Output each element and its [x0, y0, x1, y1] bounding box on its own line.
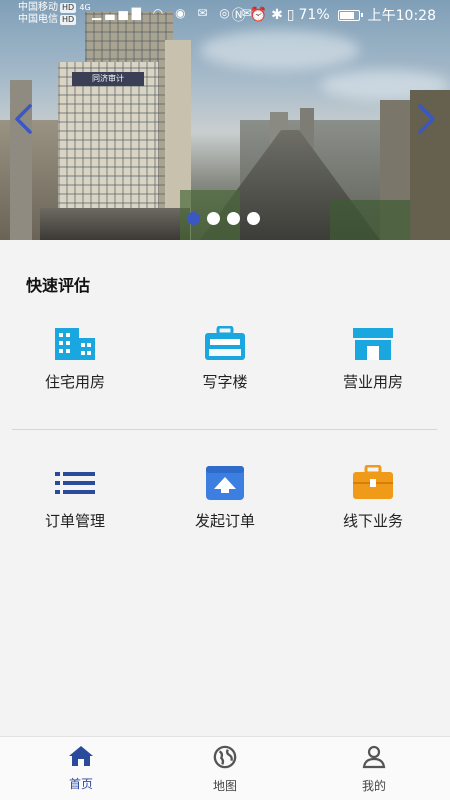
nav-profile[interactable]: 我的	[319, 745, 429, 794]
status-bar: 中国移动 HD 4G 中国电信 HD ▁▃▅▇ ◠ ◉ ✉ ◎ ✉ Ⓝ ⏰ ✱ ▯ …	[0, 0, 450, 28]
alarm-icon: ⏰	[249, 7, 268, 23]
briefcase-icon	[205, 326, 245, 360]
vibrate-icon: ▯	[286, 7, 295, 23]
create-order-label: 发起订单	[194, 512, 255, 530]
system-status: Ⓝ ⏰ ✱ ▯ 71% 上午10:28	[232, 5, 436, 25]
signal-icon: ▁▃▅▇	[92, 6, 145, 20]
storefront-icon	[353, 328, 393, 360]
residential-button[interactable]: 住宅用房	[10, 322, 140, 402]
upload-order-icon	[206, 466, 244, 500]
list-icon	[55, 472, 95, 494]
cloud-decoration	[200, 30, 360, 70]
carousel-dot-3[interactable]	[227, 212, 240, 225]
carrier-1: 中国移动	[18, 2, 58, 13]
carrier-info: 中国移动 HD 4G 中国电信 HD	[18, 2, 91, 26]
bottom-navigation: 首页 地图 我的	[0, 736, 450, 800]
section-title: 快速评估	[26, 276, 91, 295]
building-sign: 同济审计	[72, 72, 144, 86]
carrier-2: 中国电信	[18, 14, 58, 25]
order-management-button[interactable]: 订单管理	[10, 461, 140, 541]
hd-badge: HD	[60, 3, 77, 13]
chevron-left-icon	[15, 104, 32, 134]
nav-profile-label: 我的	[361, 779, 386, 793]
carousel-indicators	[187, 212, 260, 225]
carousel-prev-button[interactable]	[12, 104, 36, 134]
carousel-dot-1[interactable]	[187, 212, 200, 225]
globe-icon	[213, 745, 237, 769]
office-label: 写字楼	[202, 373, 248, 391]
chevron-right-icon	[418, 104, 435, 134]
offline-business-button[interactable]: 线下业务	[308, 461, 438, 541]
battery-percent: 71%	[298, 7, 330, 23]
hd-badge: HD	[60, 15, 77, 25]
office-button[interactable]: 写字楼	[160, 322, 290, 402]
wifi-icon: ◠	[152, 6, 168, 20]
carousel-dot-2[interactable]	[207, 212, 220, 225]
nav-home[interactable]: 首页	[26, 745, 136, 792]
commercial-label: 营业用房	[342, 373, 403, 391]
nfc-icon: Ⓝ	[231, 8, 246, 24]
nav-home-label: 首页	[68, 777, 93, 791]
carousel-next-button[interactable]	[414, 104, 438, 134]
banner-carousel[interactable]: 同济审计 中国移动 HD 4G 中国电信 HD ▁▃▅▇ ◠ ◉ ✉ ◎ ✉ Ⓝ ⏰…	[0, 0, 450, 240]
nav-map-label: 地图	[212, 779, 237, 793]
eye-icon: ◉	[175, 6, 190, 20]
trees	[330, 200, 410, 240]
clock: 上午10:28	[367, 8, 436, 24]
main-content: 快速评估 住宅用房 写字楼 营业用房 订单管理 发起订单 线下业务	[0, 240, 450, 736]
create-order-button[interactable]: 发起订单	[160, 461, 290, 541]
battery-icon	[337, 9, 363, 21]
residential-label: 住宅用房	[44, 373, 105, 391]
residential-building-icon	[55, 328, 95, 360]
toolbox-icon	[353, 465, 393, 499]
bluetooth-icon: ✱	[271, 7, 283, 23]
message-icon: ✉	[197, 6, 212, 20]
carousel-dot-4[interactable]	[247, 212, 260, 225]
podium	[40, 208, 190, 240]
network-type: 4G	[79, 3, 91, 12]
home-icon	[69, 746, 93, 766]
offline-business-label: 线下业务	[342, 512, 403, 530]
user-icon	[362, 745, 386, 769]
commercial-button[interactable]: 营业用房	[308, 322, 438, 402]
order-management-label: 订单管理	[44, 512, 105, 530]
section-divider	[12, 429, 437, 430]
nav-map[interactable]: 地图	[170, 745, 280, 794]
